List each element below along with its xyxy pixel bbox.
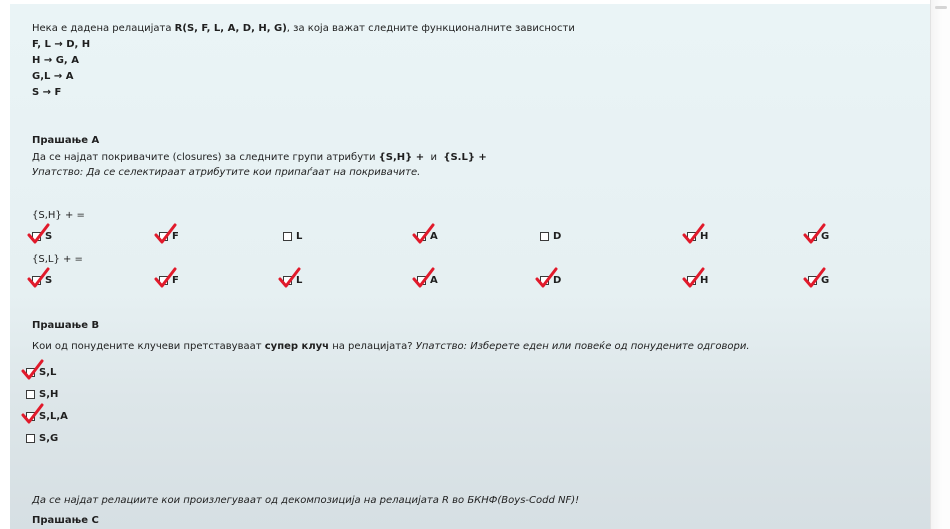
checkbox[interactable]	[682, 223, 705, 243]
option-label: D	[553, 230, 562, 242]
option-set2-l[interactable]: L	[278, 267, 303, 287]
option-key-4[interactable]: S,G	[26, 431, 58, 445]
option-set2-a[interactable]: A	[412, 267, 438, 287]
checkbox[interactable]	[21, 359, 44, 379]
option-key-3[interactable]: S,L,A	[21, 403, 68, 423]
option-set1-l[interactable]: L	[283, 229, 302, 243]
option-label: F	[172, 230, 179, 242]
option-set1-a[interactable]: A	[412, 223, 438, 243]
question-c-title: Прашање C	[32, 515, 99, 526]
checkbox[interactable]	[278, 267, 301, 287]
checkbox[interactable]	[535, 267, 558, 287]
option-label: S,L	[39, 366, 57, 378]
checkbox[interactable]	[412, 267, 435, 287]
option-label: G	[821, 274, 830, 286]
option-label: L	[296, 274, 303, 286]
option-set1-h[interactable]: H	[682, 223, 709, 243]
scrollbar[interactable]	[930, 0, 950, 529]
option-label: A	[430, 230, 438, 242]
question-a-hint: Упатство: Да се селектираат атрибутите к…	[32, 167, 421, 178]
option-set1-f[interactable]: F	[154, 223, 179, 243]
option-label: S	[45, 230, 53, 242]
question-a-title: Прашање А	[32, 135, 100, 146]
set1-label: {S,H} + =	[32, 210, 85, 221]
option-set1-s[interactable]: S	[27, 223, 53, 243]
option-set2-s[interactable]: S	[27, 267, 53, 287]
option-set2-d[interactable]: D	[535, 267, 562, 287]
option-set1-g[interactable]: G	[803, 223, 830, 243]
scrollbar-grip[interactable]	[935, 6, 947, 9]
checkbox[interactable]	[21, 403, 44, 423]
question-a-text: Да се најдат покривачите (closures) за с…	[32, 152, 487, 163]
checkbox[interactable]	[26, 389, 35, 399]
checkbox[interactable]	[682, 267, 705, 287]
intro-text: Нека е дадена релацијата R(S, F, L, A, D…	[32, 23, 575, 34]
checkbox[interactable]	[803, 267, 826, 287]
option-label: S,G	[39, 432, 59, 444]
option-label: H	[700, 274, 709, 286]
checkbox[interactable]	[27, 267, 50, 287]
option-label: S	[45, 274, 53, 286]
option-label: D	[553, 274, 562, 286]
checkbox[interactable]	[154, 223, 177, 243]
option-key-1[interactable]: S,L	[21, 359, 57, 379]
checkbox[interactable]	[412, 223, 435, 243]
option-label: L	[296, 230, 303, 242]
question-b-title: Прашање B	[32, 320, 100, 331]
checkbox[interactable]	[26, 433, 35, 443]
question-c-intro: Да се најдат релациите кои произлегуваат…	[32, 495, 580, 506]
question-panel: Нека е дадена релацијата R(S, F, L, A, D…	[10, 4, 931, 529]
checkbox[interactable]	[283, 231, 292, 241]
option-label: F	[172, 274, 179, 286]
option-label: S,H	[39, 388, 59, 400]
option-set2-f[interactable]: F	[154, 267, 179, 287]
fd-3: G,L → A	[32, 71, 74, 82]
relation-name: R(S, F, L, A, D, H, G)	[174, 23, 287, 34]
checkbox[interactable]	[154, 267, 177, 287]
checkbox[interactable]	[803, 223, 826, 243]
option-label: S,L,A	[39, 410, 68, 422]
checkbox[interactable]	[27, 223, 50, 243]
option-label: A	[430, 274, 438, 286]
option-key-2[interactable]: S,H	[26, 387, 58, 401]
option-set1-d[interactable]: D	[540, 229, 561, 243]
fd-1: F, L → D, H	[32, 39, 91, 50]
option-label: G	[821, 230, 830, 242]
fd-2: H → G, A	[32, 55, 79, 66]
fd-4: S → F	[32, 87, 62, 98]
option-label: H	[700, 230, 709, 242]
option-set2-g[interactable]: G	[803, 267, 830, 287]
set2-label: {S,L} + =	[32, 254, 83, 265]
checkbox[interactable]	[540, 231, 549, 241]
option-set2-h[interactable]: H	[682, 267, 709, 287]
question-b-text: Кои од понудените клучеви претставуваат …	[32, 341, 750, 352]
